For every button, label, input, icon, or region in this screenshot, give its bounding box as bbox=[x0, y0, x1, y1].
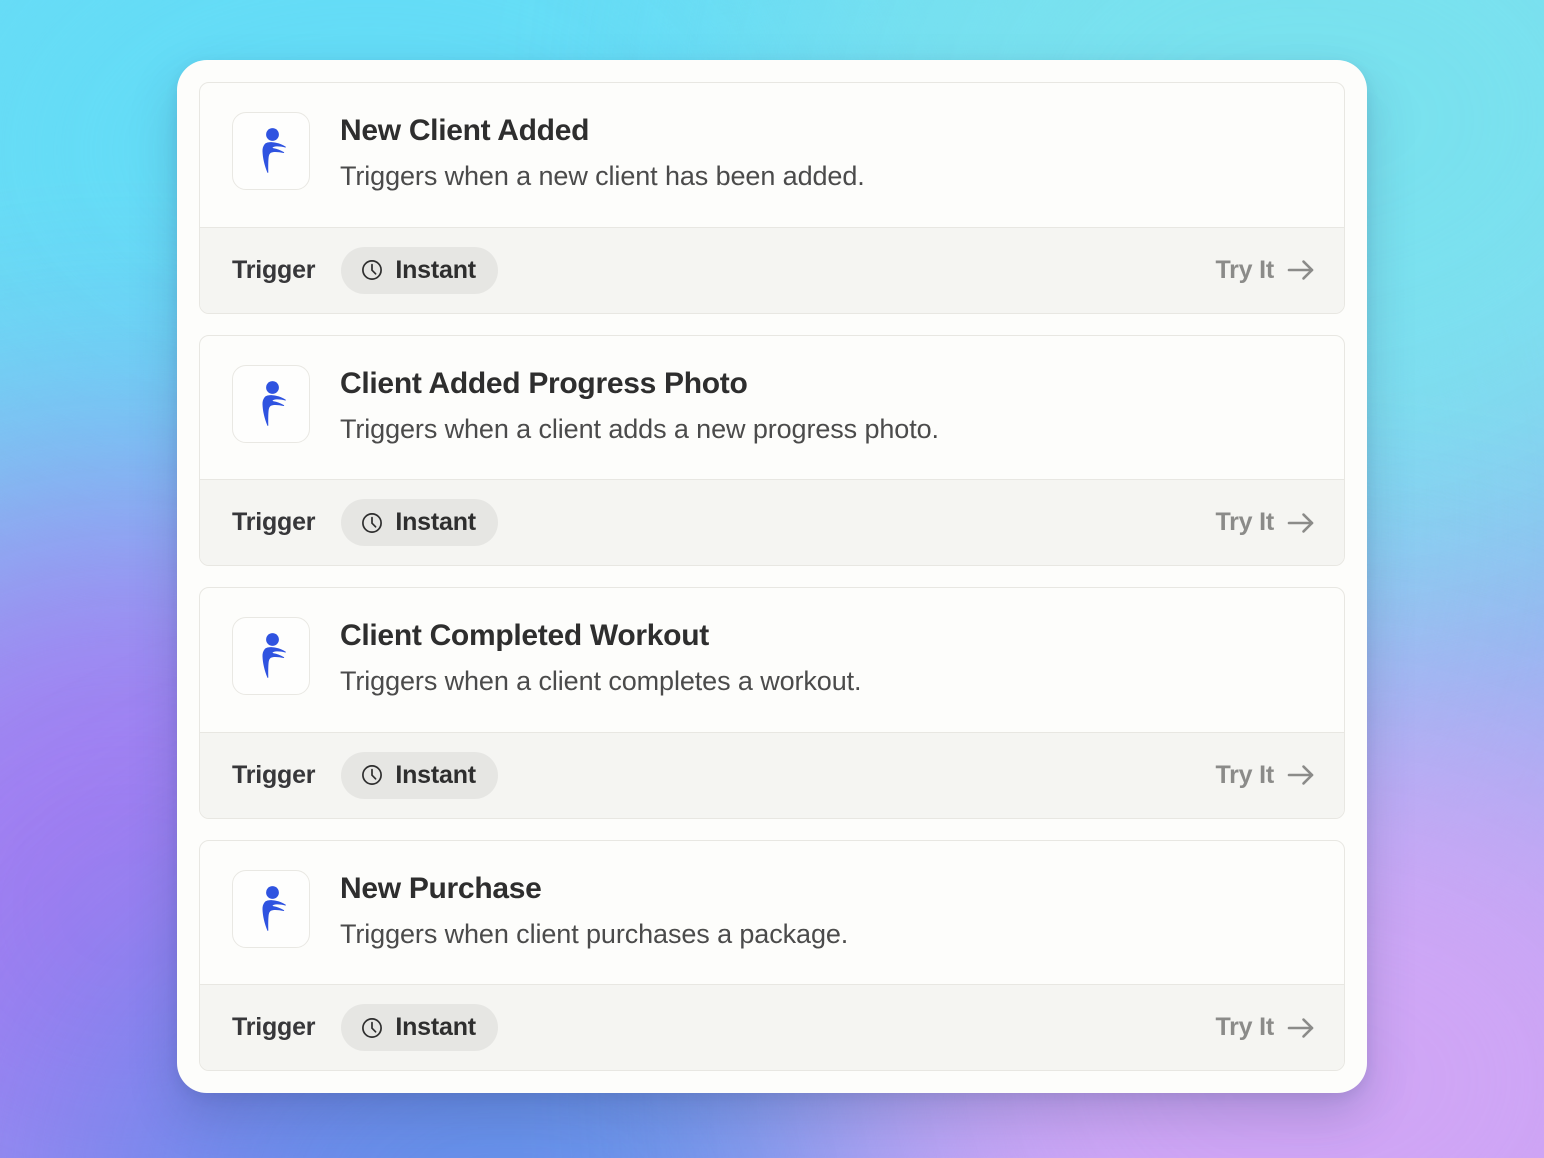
trigger-kind-label: Trigger bbox=[232, 760, 316, 789]
trigger-kind-label: Trigger bbox=[232, 1013, 316, 1041]
trigger-card-title: New Purchase bbox=[340, 871, 542, 905]
trigger-card-body: New Client Added Triggers when a new cli… bbox=[200, 83, 1344, 227]
try-it-button[interactable]: Try It bbox=[1215, 508, 1316, 537]
try-it-label: Try It bbox=[1215, 760, 1274, 789]
instant-badge-label: Instant bbox=[395, 760, 476, 789]
instant-badge: Instant bbox=[341, 1004, 498, 1051]
trigger-card-body: Client Completed Workout Triggers when a… bbox=[200, 588, 1344, 732]
arrow-right-icon bbox=[1286, 762, 1316, 788]
clock-icon bbox=[360, 511, 384, 535]
trigger-card-footer: Trigger Instant Try It bbox=[200, 984, 1344, 1070]
app-icon-box bbox=[232, 112, 310, 190]
trigger-card-body: New Purchase Triggers when client purcha… bbox=[200, 841, 1344, 985]
try-it-label: Try It bbox=[1215, 508, 1274, 536]
try-it-button[interactable]: Try It bbox=[1215, 761, 1316, 790]
trigger-kind-label: Trigger bbox=[232, 508, 316, 536]
trigger-card-description: Triggers when a client adds a new progre… bbox=[340, 413, 939, 444]
arrow-right-icon bbox=[1286, 257, 1316, 283]
clock-icon bbox=[360, 1016, 384, 1040]
try-it-label: Try It bbox=[1215, 255, 1274, 284]
instant-badge: Instant bbox=[341, 499, 498, 546]
arrow-right-icon bbox=[1286, 1015, 1316, 1041]
app-icon-box bbox=[232, 364, 310, 443]
trigger-card-text: New Client Added Triggers when a new cli… bbox=[340, 112, 865, 192]
instant-badge-label: Instant bbox=[395, 1013, 476, 1041]
trigger-card-footer: Trigger Instant Try It bbox=[200, 479, 1344, 565]
trigger-card-description: Triggers when a new client has been adde… bbox=[340, 161, 865, 191]
trigger-card-body: Client Added Progress Photo Triggers whe… bbox=[200, 336, 1344, 480]
trigger-card-text: New Purchase Triggers when client purcha… bbox=[340, 870, 848, 950]
instant-badge: Instant bbox=[341, 751, 498, 799]
instant-badge-label: Instant bbox=[395, 508, 476, 536]
trigger-card-title: New Client Added bbox=[340, 114, 590, 147]
trigger-card-text: Client Completed Workout Triggers when a… bbox=[340, 617, 862, 697]
trainerize-person-icon bbox=[251, 884, 291, 934]
trigger-kind-label: Trigger bbox=[232, 255, 316, 284]
try-it-button[interactable]: Try It bbox=[1215, 1013, 1316, 1042]
trainerize-person-icon bbox=[251, 631, 291, 681]
app-icon-box bbox=[232, 869, 310, 948]
trigger-card-0[interactable]: New Client Added Triggers when a new cli… bbox=[199, 82, 1345, 314]
trigger-card-footer: Trigger Instant Try It bbox=[200, 731, 1344, 818]
trigger-card-footer: Trigger Instant Try It bbox=[200, 226, 1344, 313]
trainerize-person-icon bbox=[251, 126, 291, 176]
try-it-button[interactable]: Try It bbox=[1215, 256, 1316, 285]
trigger-card-description: Triggers when client purchases a package… bbox=[340, 918, 849, 949]
instant-badge: Instant bbox=[341, 246, 498, 294]
trigger-list-panel: New Client Added Triggers when a new cli… bbox=[177, 60, 1367, 1093]
trigger-card-description: Triggers when a client completes a worko… bbox=[340, 666, 862, 696]
trigger-card-3[interactable]: New Purchase Triggers when client purcha… bbox=[199, 839, 1345, 1071]
trigger-card-title: Client Added Progress Photo bbox=[340, 366, 748, 400]
clock-icon bbox=[360, 763, 384, 787]
instant-badge-label: Instant bbox=[395, 255, 476, 284]
arrow-right-icon bbox=[1286, 510, 1316, 536]
trigger-card-title: Client Completed Workout bbox=[340, 619, 709, 652]
trigger-card-2[interactable]: Client Completed Workout Triggers when a… bbox=[199, 587, 1345, 819]
trainerize-person-icon bbox=[251, 379, 291, 429]
try-it-label: Try It bbox=[1215, 1013, 1274, 1041]
trigger-card-text: Client Added Progress Photo Triggers whe… bbox=[340, 365, 939, 445]
app-icon-box bbox=[232, 617, 310, 695]
clock-icon bbox=[360, 258, 384, 282]
trigger-card-1[interactable]: Client Added Progress Photo Triggers whe… bbox=[199, 334, 1345, 566]
